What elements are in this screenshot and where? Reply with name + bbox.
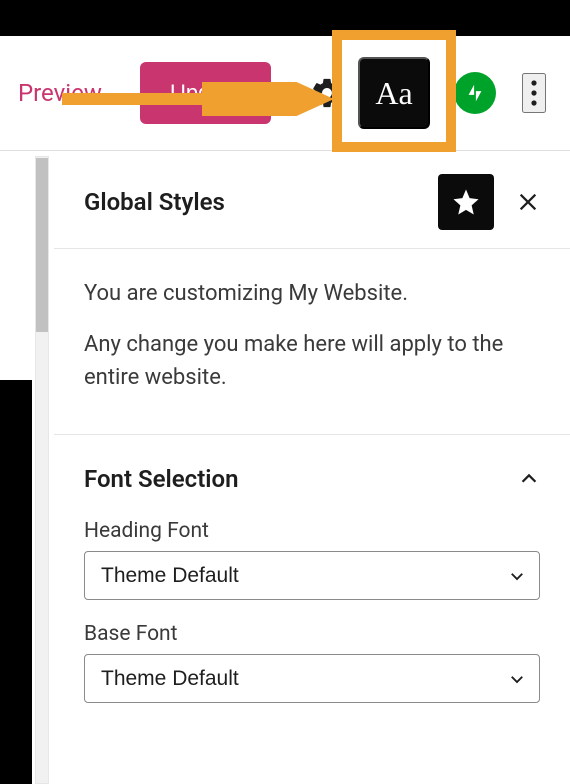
panel-description: You are customizing My Website. Any chan… [54,249,570,435]
heading-font-label: Heading Font [84,519,540,543]
star-icon [451,187,481,217]
editor-toolbar: Preview Update Aa [0,36,570,150]
left-black-bar [0,380,32,784]
settings-gear-icon[interactable] [310,76,344,110]
panel-title: Global Styles [84,188,225,216]
global-styles-button[interactable]: Aa [358,57,430,129]
description-line-2: Any change you make here will apply to t… [84,328,540,394]
base-font-select[interactable]: Theme Default [84,654,540,703]
base-font-field: Base Font Theme Default [54,622,570,725]
favorite-button[interactable] [438,174,494,230]
global-styles-panel: Global Styles You are customizing My Web… [54,156,570,784]
top-black-bar [0,0,570,36]
font-selection-heading: Font Selection [84,465,238,493]
update-button[interactable]: Update [140,62,271,124]
panel-header: Global Styles [54,156,570,249]
jetpack-icon[interactable] [454,72,496,114]
toolbar-divider [0,150,570,151]
base-font-label: Base Font [84,622,540,646]
heading-font-select[interactable]: Theme Default [84,551,540,600]
heading-font-field: Heading Font Theme Default [54,519,570,622]
close-icon [517,191,539,213]
preview-link[interactable]: Preview [18,79,102,107]
description-line-1: You are customizing My Website. [84,277,540,310]
panel-scrollbar-thumb[interactable] [36,158,48,332]
more-options-button[interactable] [522,73,546,113]
panel-header-actions [438,174,548,230]
close-panel-button[interactable] [508,182,548,222]
font-selection-section-toggle[interactable]: Font Selection [54,435,570,519]
chevron-up-icon [518,468,540,490]
